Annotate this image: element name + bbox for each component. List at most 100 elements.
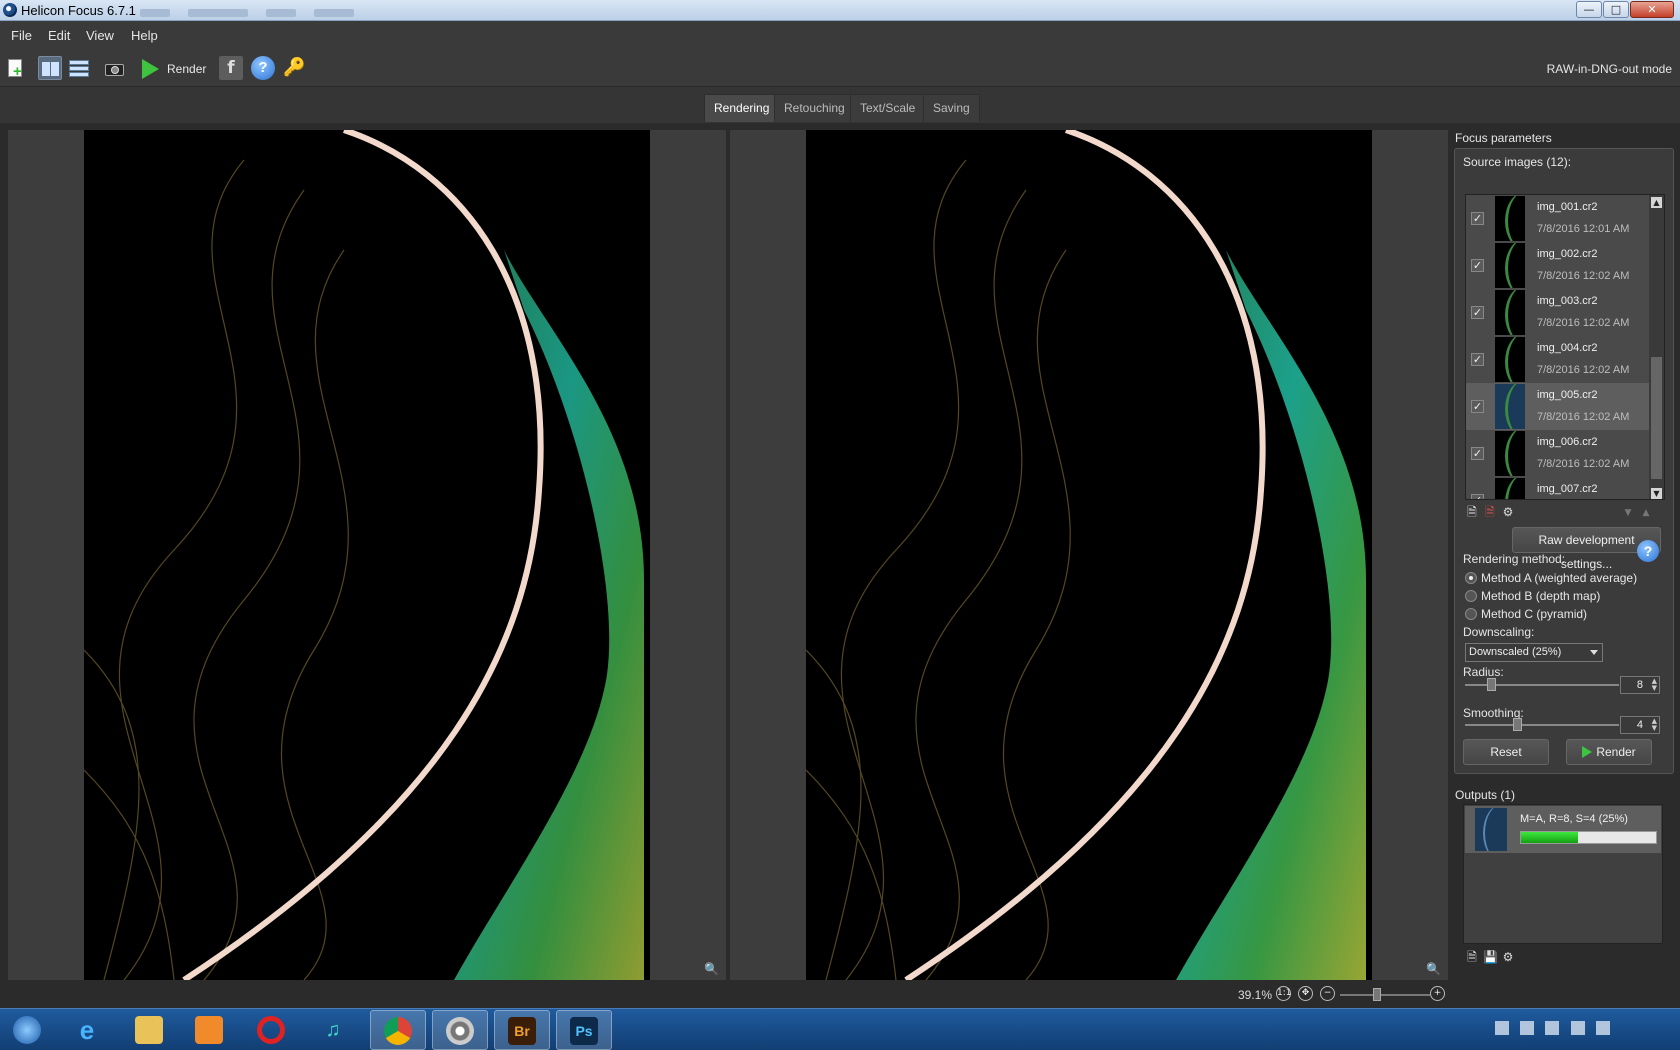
downscaling-select[interactable]: Downscaled (25%) — [1465, 643, 1603, 662]
include-checkbox[interactable]: ✓ — [1471, 212, 1484, 225]
include-checkbox[interactable]: ✓ — [1471, 494, 1484, 499]
source-filename: img_004.cr2 — [1537, 342, 1598, 354]
close-button[interactable]: ✕ — [1630, 1, 1674, 18]
menu-view[interactable]: View — [86, 28, 114, 43]
internet-explorer-icon: e — [79, 1015, 95, 1045]
radius-label: Radius: — [1463, 665, 1504, 679]
method-b-radio[interactable] — [1465, 590, 1477, 602]
stacked-view-button[interactable] — [67, 56, 91, 80]
bridge-taskbar-button[interactable]: Br — [494, 1010, 550, 1050]
source-date: 7/8/2016 12:02 AM — [1537, 364, 1630, 376]
headphones-taskbar-button[interactable]: ♫ — [306, 1010, 362, 1050]
radius-value: 8 — [1636, 679, 1643, 691]
display-icon[interactable] — [1545, 1021, 1560, 1035]
status-bar: 39.1% 1:1 ✥ − + — [0, 980, 1680, 1008]
method-b-label[interactable]: Method B (depth map) — [1481, 589, 1600, 603]
facebook-icon[interactable]: f — [219, 56, 243, 80]
zoom-slider-thumb[interactable] — [1373, 988, 1381, 1001]
tab-retouching[interactable]: Retouching — [774, 94, 855, 122]
zoom-slider[interactable] — [1340, 994, 1430, 996]
scroll-up-icon[interactable]: ▲ — [1651, 197, 1662, 208]
reset-button[interactable]: Reset — [1463, 739, 1549, 765]
method-a-label[interactable]: Method A (weighted average) — [1481, 571, 1637, 585]
menu-help[interactable]: Help — [131, 28, 158, 43]
gear-icon[interactable]: ⚙ — [1501, 505, 1515, 519]
source-preview-pane[interactable]: 🔍 — [8, 130, 726, 980]
render-button[interactable]: Render — [1566, 739, 1652, 765]
zoom-in-icon[interactable]: + — [1430, 986, 1445, 1001]
source-thumbnail — [1495, 384, 1525, 429]
source-date: 7/8/2016 12:01 AM — [1537, 223, 1630, 235]
move-down-icon[interactable]: ▼ — [1621, 506, 1635, 520]
source-list-scrollbar[interactable]: ▲ ▼ — [1649, 195, 1664, 499]
list-item[interactable]: ✓ img_002.cr2 7/8/2016 12:02 AM — [1466, 242, 1650, 289]
side-by-side-view-button[interactable] — [38, 56, 62, 80]
method-c-label[interactable]: Method C (pyramid) — [1481, 607, 1587, 621]
radius-spinbox[interactable]: 8 ▲ ▼ — [1620, 676, 1660, 694]
gear-icon[interactable]: ⚙ — [1501, 950, 1515, 964]
list-item[interactable]: ✓ img_006.cr2 7/8/2016 12:02 AM — [1466, 430, 1650, 477]
include-checkbox[interactable]: ✓ — [1471, 447, 1484, 460]
list-item[interactable]: ✓ img_001.cr2 7/8/2016 12:01 AM — [1466, 195, 1650, 242]
list-item[interactable]: ✓ img_005.cr2 7/8/2016 12:02 AM — [1466, 383, 1650, 430]
move-up-icon[interactable]: ▲ — [1639, 506, 1653, 520]
include-checkbox[interactable]: ✓ — [1471, 400, 1484, 413]
help-icon[interactable]: ? — [251, 56, 275, 80]
new-session-button[interactable]: + — [4, 56, 28, 80]
opera-taskbar-button[interactable] — [244, 1010, 300, 1050]
actual-size-icon[interactable]: 1:1 — [1276, 986, 1291, 1001]
scroll-down-icon[interactable]: ▼ — [1651, 488, 1662, 499]
zoom-out-icon[interactable]: − — [1320, 986, 1335, 1001]
method-a-radio[interactable] — [1465, 572, 1477, 584]
internet-explorer-taskbar-button[interactable]: e — [60, 1010, 116, 1050]
file-explorer-taskbar-button[interactable] — [122, 1010, 178, 1050]
toolbar-render-button[interactable]: Render — [140, 57, 210, 81]
list-item[interactable]: M=A, R=8, S=4 (25%) — [1465, 806, 1661, 853]
menu-file[interactable]: File — [11, 28, 32, 43]
tab-saving[interactable]: Saving — [923, 94, 980, 122]
magnifier-icon[interactable]: 🔍 — [1426, 962, 1441, 976]
spin-arrows-icon[interactable]: ▲ ▼ — [1652, 678, 1657, 692]
magnifier-icon[interactable]: 🔍 — [704, 962, 719, 976]
include-checkbox[interactable]: ✓ — [1471, 353, 1484, 366]
remove-images-icon[interactable]: 🗎 — [1483, 505, 1497, 519]
flag-icon[interactable] — [1519, 1021, 1534, 1035]
photoshop-taskbar-button[interactable]: Ps — [556, 1010, 612, 1050]
fit-to-window-icon[interactable]: ✥ — [1298, 986, 1313, 1001]
media-player-taskbar-button[interactable] — [182, 1010, 238, 1050]
add-images-icon[interactable]: 🗎 — [1465, 505, 1479, 519]
minimize-button[interactable]: — — [1576, 1, 1602, 18]
play-icon — [142, 59, 159, 79]
smoothing-slider[interactable] — [1465, 724, 1619, 726]
menu-edit[interactable]: Edit — [48, 28, 70, 43]
outputs-list[interactable]: M=A, R=8, S=4 (25%) — [1463, 804, 1663, 944]
app-icon — [3, 3, 17, 17]
result-preview-pane[interactable]: 🔍 — [730, 130, 1448, 980]
volume-icon[interactable] — [1596, 1021, 1610, 1035]
smoothing-spinbox[interactable]: 4 ▲ ▼ — [1620, 716, 1660, 734]
help-icon[interactable]: ? — [1637, 540, 1659, 562]
include-checkbox[interactable]: ✓ — [1471, 306, 1484, 319]
tray-arrow-icon[interactable] — [1494, 1021, 1509, 1035]
network-icon[interactable] — [1570, 1021, 1585, 1035]
maximize-button[interactable]: □ — [1603, 1, 1629, 18]
chrome-taskbar-button[interactable] — [370, 1010, 426, 1050]
output-document-icon[interactable]: 🗎 — [1465, 950, 1479, 964]
spin-arrows-icon[interactable]: ▲ ▼ — [1652, 718, 1657, 732]
smoothing-slider-thumb[interactable] — [1513, 718, 1522, 731]
source-images-list[interactable]: ✓ img_001.cr2 7/8/2016 12:01 AM ✓ img_00… — [1465, 194, 1665, 500]
list-item[interactable]: ✓ img_003.cr2 7/8/2016 12:02 AM — [1466, 289, 1650, 336]
include-checkbox[interactable]: ✓ — [1471, 259, 1484, 272]
tab-text-scale[interactable]: Text/Scale — [850, 94, 926, 122]
radius-slider-thumb[interactable] — [1487, 678, 1496, 691]
key-icon[interactable]: 🔑 — [283, 56, 307, 80]
method-c-radio[interactable] — [1465, 608, 1477, 620]
list-item[interactable]: ✓ img_007.cr2 — [1466, 477, 1650, 499]
helicon-focus-taskbar-button[interactable] — [432, 1010, 488, 1050]
save-icon[interactable]: 💾 — [1483, 950, 1498, 964]
list-item[interactable]: ✓ img_004.cr2 7/8/2016 12:02 AM — [1466, 336, 1650, 383]
start-button[interactable] — [0, 1010, 56, 1050]
scrollbar-thumb[interactable] — [1651, 357, 1662, 479]
camera-icon[interactable] — [102, 56, 126, 80]
tab-rendering[interactable]: Rendering — [704, 94, 780, 122]
